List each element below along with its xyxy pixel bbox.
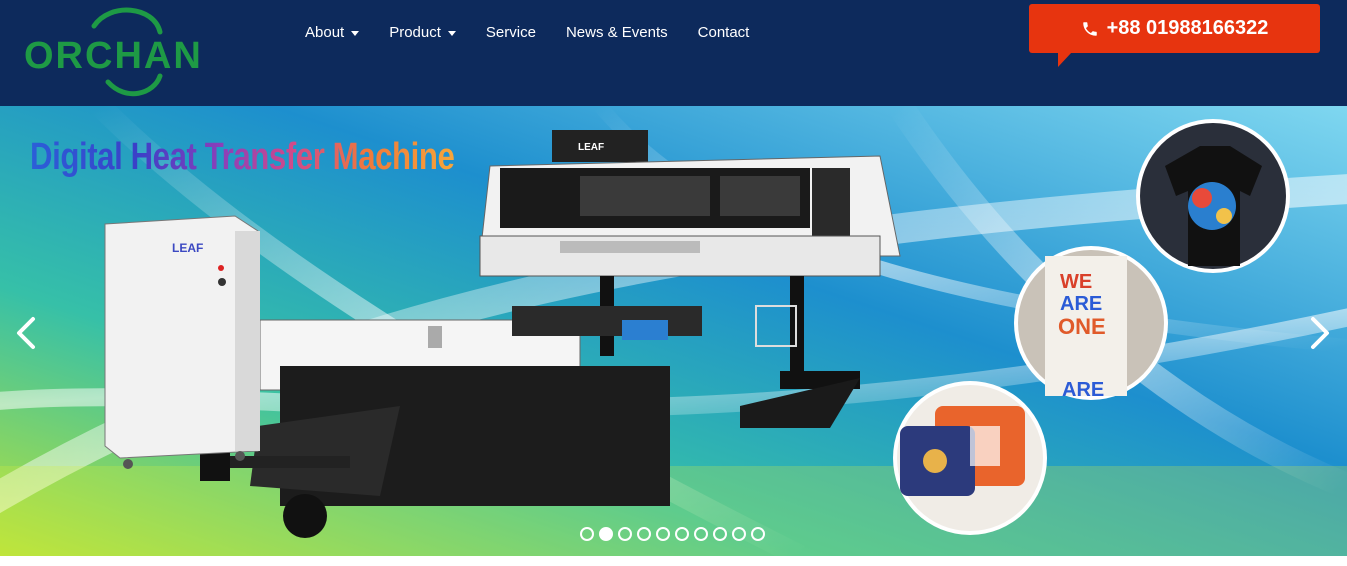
nav-product[interactable]: Product (374, 14, 471, 51)
slider-dot-8[interactable] (713, 527, 727, 541)
phone-icon (1082, 21, 1097, 36)
slider-dot-7[interactable] (694, 527, 708, 541)
nav-service[interactable]: Service (471, 14, 551, 51)
site-header: ORCHAN About Product Service News & Even… (0, 0, 1347, 106)
tote-bag-photo: WE ARE ONE ARE (1014, 246, 1168, 401)
slider-dot-5[interactable] (656, 527, 670, 541)
nav-news-events-label: News & Events (565, 24, 668, 41)
slider-dot-2[interactable] (599, 527, 613, 541)
hero-slider: LEAF LEAF WE ARE ONE ARE Digital Heat Tr… (0, 106, 1347, 556)
site-logo[interactable]: ORCHAN (22, 6, 212, 98)
chevron-left-icon[interactable] (14, 316, 38, 350)
chevron-down-icon (351, 30, 360, 36)
slider-dot-9[interactable] (732, 527, 746, 541)
nav-product-label: Product (389, 24, 441, 41)
slider-dot-10[interactable] (751, 527, 765, 541)
pillows-photo (893, 381, 1047, 535)
nav-contact[interactable]: Contact (683, 14, 765, 51)
svg-text:WE: WE (1060, 271, 1092, 293)
tshirt-photo (1136, 119, 1290, 273)
slider-dot-4[interactable] (637, 527, 651, 541)
phone-number: +88 01988166322 (1106, 17, 1269, 39)
nav-service-label: Service (485, 24, 536, 41)
nav-about[interactable]: About (290, 14, 374, 51)
slider-dot-6[interactable] (675, 527, 689, 541)
svg-text:LEAF: LEAF (578, 142, 604, 153)
slider-dot-1[interactable] (580, 527, 594, 541)
phone-button-tail (1058, 52, 1072, 67)
dryer-cabinet-illustration: LEAF (104, 215, 260, 469)
phone-call-button[interactable]: +88 01988166322 (1029, 4, 1320, 67)
svg-text:ARE: ARE (1062, 379, 1104, 401)
nav-news-events[interactable]: News & Events (551, 14, 683, 51)
svg-text:ARE: ARE (1060, 293, 1102, 315)
main-nav: About Product Service News & Events Cont… (290, 14, 764, 51)
slider-pagination (580, 527, 770, 541)
nav-contact-label: Contact (697, 24, 750, 41)
svg-text:ORCHAN: ORCHAN (24, 35, 203, 77)
svg-text:LEAF: LEAF (172, 241, 203, 255)
slider-dot-3[interactable] (618, 527, 632, 541)
nav-about-label: About (305, 24, 345, 41)
svg-text:ONE: ONE (1058, 314, 1106, 339)
chevron-down-icon (447, 30, 456, 36)
slide-title: Digital Heat Transfer Machine (30, 136, 455, 178)
chevron-right-icon[interactable] (1308, 316, 1332, 350)
